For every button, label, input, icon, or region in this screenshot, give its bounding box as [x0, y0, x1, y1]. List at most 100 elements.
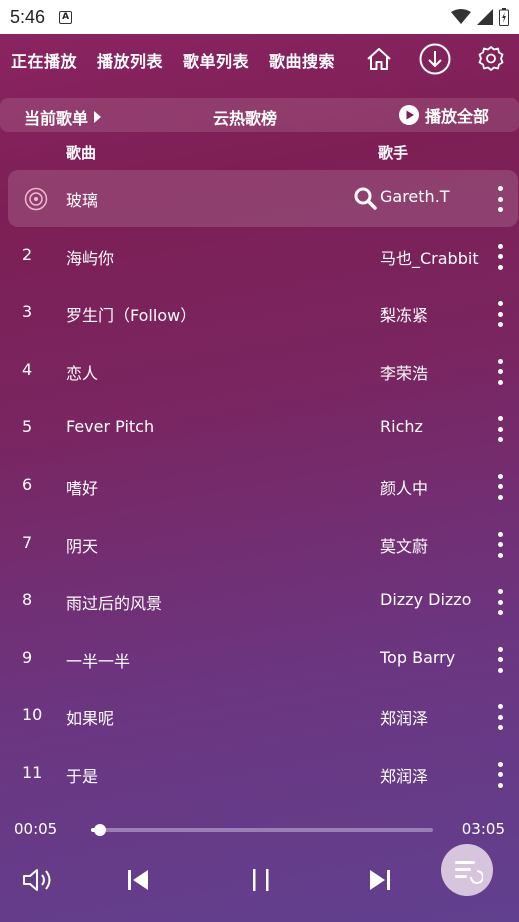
song-title: 嗜好 [66, 478, 99, 498]
song-row[interactable]: 5 Fever Pitch Richz [0, 400, 519, 458]
song-artist: 马也_Crabbit [380, 248, 479, 268]
more-menu-icon[interactable] [494, 761, 506, 788]
more-menu-icon[interactable] [494, 704, 506, 731]
more-menu-icon[interactable] [494, 358, 506, 385]
song-title: 一半一半 [66, 651, 131, 671]
tab-song-search[interactable]: 歌曲搜索 [269, 48, 335, 72]
current-list-label: 当前歌单 [24, 109, 89, 128]
next-button[interactable] [360, 860, 400, 900]
now-playing-icon [24, 187, 48, 211]
volume-icon [23, 869, 51, 891]
song-artist: Richz [380, 417, 423, 437]
download-icon [419, 43, 451, 75]
pause-icon [253, 869, 269, 891]
pause-button[interactable] [241, 860, 281, 900]
tab-song-lists[interactable]: 歌单列表 [183, 48, 249, 72]
more-menu-icon[interactable] [494, 186, 506, 212]
seek-bar[interactable] [91, 824, 433, 836]
more-menu-icon[interactable] [494, 589, 506, 616]
song-artist: 颜人中 [380, 478, 429, 498]
song-row[interactable]: 6 嗜好 颜人中 [0, 458, 519, 516]
previous-button[interactable] [118, 860, 158, 900]
song-number: 9 [22, 647, 33, 667]
song-title: 玻璃 [66, 191, 99, 210]
song-number: 6 [22, 474, 33, 494]
song-number: 11 [22, 762, 43, 782]
song-number: 4 [22, 359, 33, 379]
more-menu-icon[interactable] [494, 301, 506, 328]
play-all-label: 播放全部 [424, 107, 489, 126]
column-artist: 歌手 [378, 144, 409, 162]
current-list-selector[interactable]: 当前歌单 [24, 105, 102, 129]
song-row[interactable]: 2 海屿你 马也_Crabbit [0, 228, 519, 286]
song-artist: Gareth.T [380, 187, 450, 206]
song-list: 玻璃 Gareth.T 2 海屿你 马也_Crabbit 3 罗生门（Follo… [0, 170, 519, 804]
song-number: 7 [22, 532, 33, 552]
status-bar: 5:46 A [0, 0, 519, 34]
home-button[interactable] [363, 42, 395, 76]
song-artist: Dizzy Dizzo [380, 590, 472, 610]
status-time: 5:46 [10, 6, 46, 27]
menu-repeat-icon [455, 861, 483, 884]
song-artist: 李荣浩 [380, 363, 429, 383]
playback-progress: 00:05 03:05 [0, 818, 519, 842]
play-all-button[interactable]: 播放全部 [398, 103, 489, 127]
more-menu-icon[interactable] [494, 531, 506, 558]
song-number: 3 [22, 302, 33, 322]
song-number: 10 [22, 705, 43, 725]
list-header: 当前歌单 云热歌榜 播放全部 [0, 98, 519, 132]
song-row[interactable]: 4 恋人 李荣浩 [0, 343, 519, 401]
song-artist: 郑润泽 [380, 709, 429, 729]
more-menu-icon[interactable] [494, 416, 506, 443]
list-title: 云热歌榜 [213, 109, 278, 128]
song-artist: 莫文蔚 [380, 536, 429, 556]
song-artist: Top Barry [380, 647, 456, 667]
download-button[interactable] [419, 42, 451, 76]
song-title: 恋人 [66, 363, 99, 383]
song-number: 2 [22, 244, 33, 264]
song-number: 5 [22, 417, 33, 437]
skip-previous-icon [128, 870, 148, 890]
song-title: Fever Pitch [66, 417, 155, 437]
song-row[interactable]: 玻璃 Gareth.T [0, 170, 519, 228]
play-circle-icon [398, 105, 419, 125]
wifi-icon [451, 9, 471, 24]
song-row[interactable]: 10 如果呢 郑润泽 [0, 688, 519, 746]
song-row[interactable]: 8 雨过后的风景 Dizzy Dizzo [0, 573, 519, 631]
song-title: 海屿你 [66, 248, 115, 268]
current-time: 00:05 [14, 820, 58, 838]
skip-next-icon [370, 870, 390, 890]
seek-bar-thumb[interactable] [94, 824, 107, 836]
status-indicators [451, 8, 509, 26]
total-time: 03:05 [461, 820, 505, 838]
search-icon[interactable] [353, 186, 377, 210]
battery-icon [499, 8, 509, 26]
song-title: 于是 [66, 766, 99, 786]
song-row[interactable]: 9 一半一半 Top Barry [0, 631, 519, 689]
volume-button[interactable] [18, 860, 58, 900]
top-nav: 正在播放 播放列表 歌单列表 歌曲搜索 [0, 34, 519, 86]
app-notification-icon: A [59, 10, 73, 24]
more-menu-icon[interactable] [494, 473, 506, 500]
song-title: 如果呢 [66, 709, 115, 729]
column-song: 歌曲 [66, 144, 97, 162]
floating-menu-button[interactable] [441, 844, 493, 896]
more-menu-icon[interactable] [494, 243, 506, 270]
home-icon [367, 48, 391, 70]
song-row[interactable]: 3 罗生门（Follow） 梨冻紧 [0, 285, 519, 343]
app-container: 正在播放 播放列表 歌单列表 歌曲搜索 当前歌单 云热歌榜 播放全部 歌曲 歌手… [0, 34, 519, 922]
song-title: 罗生门（Follow） [66, 306, 197, 326]
settings-button[interactable] [475, 42, 507, 76]
caret-right-icon [94, 111, 102, 123]
signal-icon [477, 9, 493, 25]
tab-now-playing[interactable]: 正在播放 [11, 48, 77, 72]
song-row[interactable]: 7 阴天 莫文蔚 [0, 516, 519, 574]
more-menu-icon[interactable] [494, 646, 506, 673]
settings-icon [478, 46, 504, 71]
song-row[interactable]: 11 于是 郑润泽 [0, 746, 519, 804]
column-headers: 歌曲 歌手 [0, 142, 519, 164]
song-artist: 梨冻紧 [380, 306, 429, 326]
tab-playlist[interactable]: 播放列表 [97, 48, 163, 72]
song-artist: 郑润泽 [380, 766, 429, 786]
song-title: 阴天 [66, 536, 99, 556]
